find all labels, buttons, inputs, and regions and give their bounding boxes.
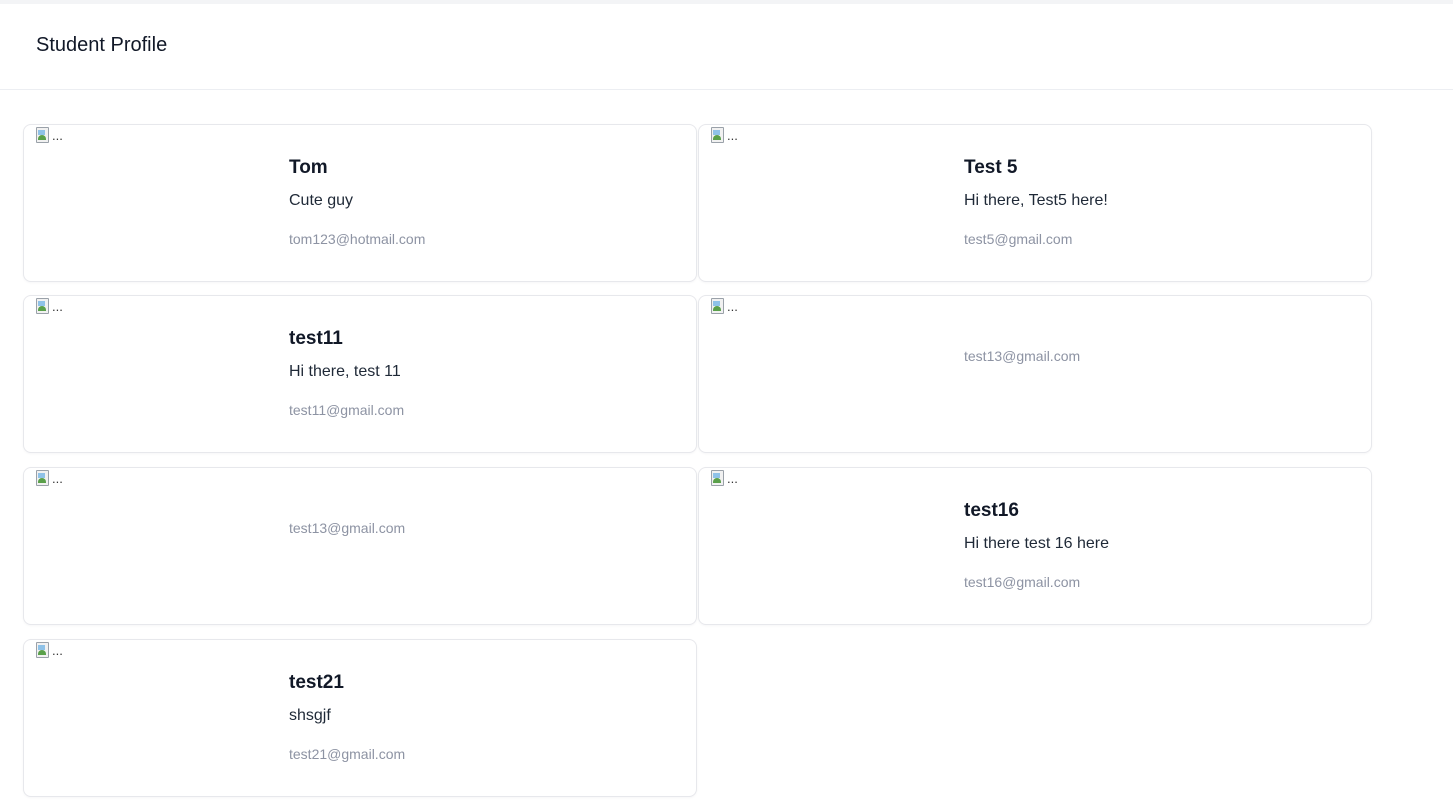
broken-image-icon	[711, 127, 725, 143]
student-card[interactable]: ... test21 shsgjf test21@gmail.com	[23, 639, 697, 797]
student-name: test11	[289, 328, 343, 349]
page-title: Student Profile	[36, 34, 168, 56]
student-bio: Hi there, test 11	[289, 363, 401, 380]
broken-image-icon	[36, 127, 50, 143]
student-email: test16@gmail.com	[964, 574, 1081, 590]
image-alt-text: ...	[52, 299, 63, 314]
student-email: test11@gmail.com	[289, 402, 405, 418]
profile-image: ...	[711, 127, 745, 147]
image-alt-text: ...	[727, 299, 738, 314]
profile-image: ...	[36, 127, 70, 147]
student-name: Test 5	[964, 157, 1018, 178]
student-email: test21@gmail.com	[289, 746, 406, 762]
profile-image: ...	[36, 642, 70, 662]
broken-image-icon	[711, 470, 725, 486]
broken-image-icon	[711, 298, 725, 314]
student-email: test5@gmail.com	[964, 231, 1073, 247]
student-bio: Hi there, Test5 here!	[964, 192, 1108, 209]
student-bio: Hi there test 16 here	[964, 535, 1109, 552]
student-email: test13@gmail.com	[289, 520, 406, 536]
student-card[interactable]: ... test13@gmail.com	[698, 295, 1372, 453]
student-card[interactable]: ... test16 Hi there test 16 here test16@…	[698, 467, 1372, 625]
student-email: tom123@hotmail.com	[289, 231, 426, 247]
profile-image: ...	[711, 470, 745, 490]
student-bio: Cute guy	[289, 192, 354, 209]
student-card[interactable]: ... Tom Cute guy tom123@hotmail.com	[23, 124, 697, 282]
profile-image: ...	[36, 470, 70, 490]
image-alt-text: ...	[727, 128, 738, 143]
image-alt-text: ...	[52, 643, 63, 658]
student-name: test21	[289, 672, 344, 693]
student-name: test16	[964, 500, 1019, 521]
student-bio: shsgjf	[289, 707, 331, 724]
broken-image-icon	[36, 298, 50, 314]
broken-image-icon	[36, 642, 50, 658]
profile-image: ...	[36, 298, 70, 318]
image-alt-text: ...	[727, 471, 738, 486]
image-alt-text: ...	[52, 471, 63, 486]
student-card[interactable]: ... Test 5 Hi there, Test5 here! test5@g…	[698, 124, 1372, 282]
student-name: Tom	[289, 157, 328, 178]
student-card[interactable]: ... test11 Hi there, test 11 test11@gmai…	[23, 295, 697, 453]
student-email: test13@gmail.com	[964, 348, 1081, 364]
image-alt-text: ...	[52, 128, 63, 143]
profile-image: ...	[711, 298, 745, 318]
student-card[interactable]: ... test13@gmail.com	[23, 467, 697, 625]
broken-image-icon	[36, 470, 50, 486]
page-header: Student Profile	[0, 4, 1453, 90]
